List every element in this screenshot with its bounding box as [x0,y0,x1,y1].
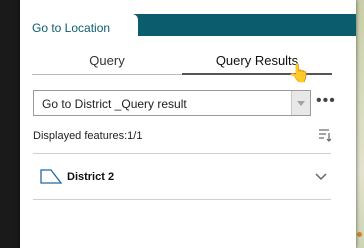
header-accent-bar [130,14,356,36]
tab-query[interactable]: Query [32,50,182,74]
chevron-down-icon[interactable] [315,171,327,181]
dropdown-arrow-icon[interactable] [291,91,310,115]
hand-cursor-icon: 👆 [288,63,311,83]
panel-title: Go to Location [32,21,111,35]
query-result-select[interactable]: Go to District _Query result [33,90,311,116]
sort-icon[interactable] [318,128,332,142]
select-value: Go to District _Query result [42,97,187,111]
displayed-features-label: Displayed features:1/1 [33,130,143,142]
more-icon[interactable]: ••• [316,92,336,110]
go-to-location-panel: Go to Location Query Query Results 👆 Go … [20,0,356,248]
polygon-icon [40,169,63,184]
result-row-district-2[interactable]: District 2 [33,163,331,200]
result-label: District 2 [67,171,115,183]
tab-bar: Query Query Results [32,50,332,76]
map-marker [357,232,362,237]
section-divider [33,153,331,154]
map-background-strip [356,0,364,248]
